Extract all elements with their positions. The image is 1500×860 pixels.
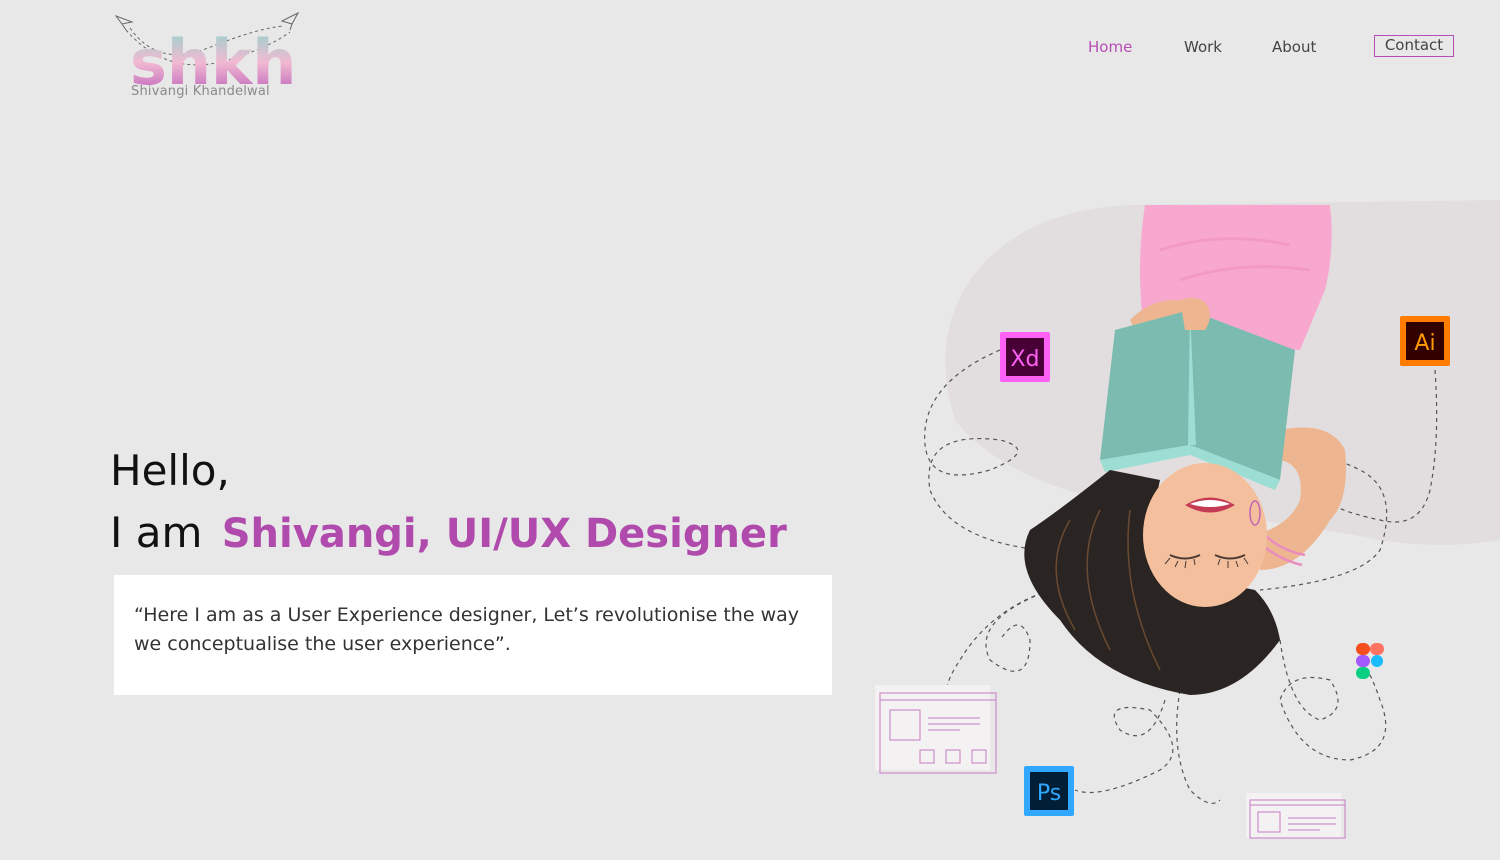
figma-icon [1356, 643, 1384, 679]
hero-greeting: Hello, [110, 446, 230, 495]
svg-text:Ps: Ps [1037, 781, 1061, 806]
adobe-xd-icon: Xd [1000, 332, 1050, 382]
brand-name: Shivangi Khandelwal [131, 84, 270, 99]
nav-home[interactable]: Home [1088, 38, 1132, 56]
wireframe-card-small [1246, 793, 1346, 839]
hero-highlight: Shivangi, UI/UX Designer [221, 511, 787, 557]
hero-quote: “Here I am as a User Experience designer… [114, 575, 832, 695]
hero-intro-prefix: I am [110, 508, 203, 557]
svg-text:Xd: Xd [1010, 347, 1039, 372]
nav-work[interactable]: Work [1184, 38, 1222, 56]
nav-about[interactable]: About [1272, 38, 1316, 56]
main-nav: Home Work About Contact [0, 35, 1500, 66]
hero-intro: I am Shivangi, UI/UX Designer [110, 508, 787, 557]
contact-button[interactable]: Contact [1374, 35, 1454, 57]
hero-illustration: Xd Ai Ps [875, 200, 1500, 839]
face [1143, 463, 1267, 607]
wireframe-card-large [875, 685, 997, 774]
adobe-illustrator-icon: Ai [1400, 316, 1450, 366]
svg-text:Ai: Ai [1414, 331, 1435, 356]
adobe-photoshop-icon: Ps [1024, 766, 1074, 816]
